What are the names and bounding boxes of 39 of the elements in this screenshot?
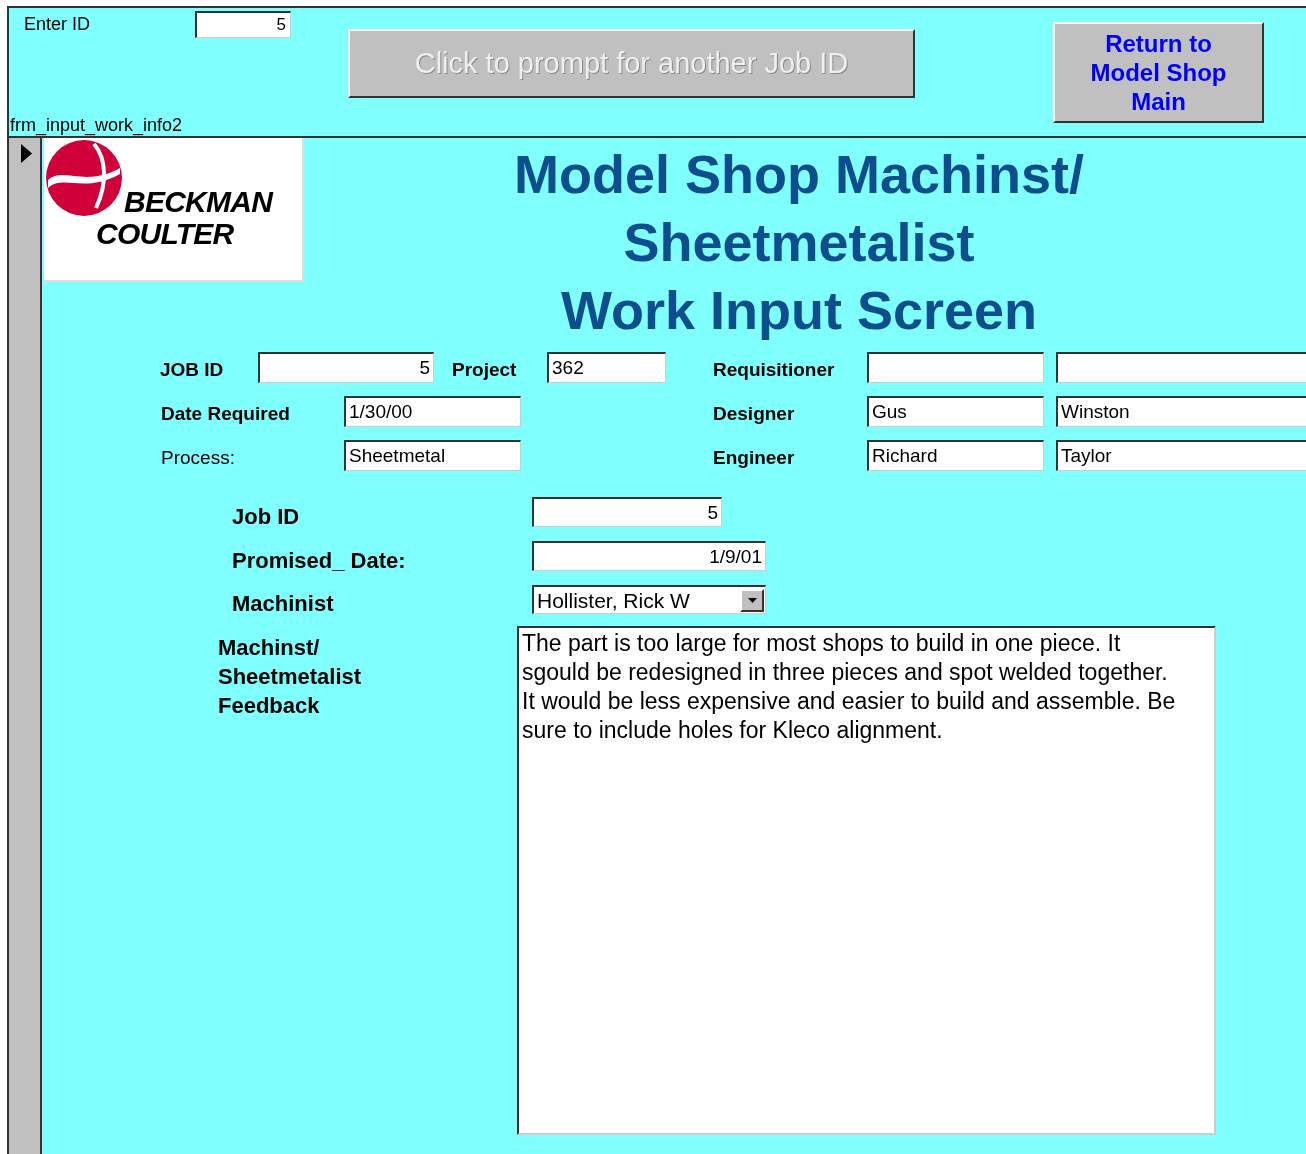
text-field[interactable] (1056, 352, 1306, 383)
text-field[interactable]: Richard (867, 440, 1044, 471)
text-field[interactable] (867, 352, 1044, 383)
field-label: Designer (713, 402, 795, 426)
form-name-label: frm_input_work_info2 (10, 114, 183, 138)
text-field[interactable]: 1/9/01 (532, 541, 766, 571)
field-label: Promised_ Date: (232, 547, 406, 575)
text-field[interactable]: 362 (547, 352, 666, 383)
text-field[interactable]: Taylor (1056, 440, 1306, 471)
field-label: Process: (161, 446, 235, 470)
field-label: Feedback (218, 692, 320, 720)
logo-text: BECKMAN (124, 186, 273, 218)
logo-text: COULTER (96, 218, 234, 250)
text-field[interactable]: 5 (532, 497, 722, 527)
field-label: Date Required (161, 402, 290, 426)
field-label: Machinist (232, 590, 334, 618)
text-field[interactable]: 1/30/00 (344, 396, 521, 427)
field-label: Machinst/ (218, 634, 320, 662)
field-label: JOB ID (160, 358, 224, 382)
machinist-dropdown[interactable]: Hollister, Rick W (532, 585, 766, 614)
text-field[interactable]: 5 (258, 352, 434, 383)
field-label: Sheetmetalist (218, 663, 362, 691)
field-label: Job ID (232, 503, 300, 531)
form-title: Sheetmetalist (623, 211, 975, 274)
dropdown-arrow-icon (747, 597, 757, 603)
field-label: Requisitioner (713, 358, 835, 382)
return-button[interactable]: Return to Model Shop Main (1053, 22, 1264, 123)
enter-id-label: Enter ID (24, 13, 91, 36)
form-title: Work Input Screen (560, 279, 1038, 342)
text-field[interactable]: Gus (867, 396, 1044, 427)
text-field[interactable]: Sheetmetal (344, 440, 521, 471)
field-label: Project (452, 358, 517, 382)
enter-id-field[interactable]: 5 (195, 11, 291, 38)
form-title: Model Shop Machinst/ (514, 143, 1084, 206)
record-selector[interactable] (9, 138, 42, 1154)
current-record-icon (21, 144, 32, 163)
feedback-text-area[interactable]: The part is too large for most shops to build in one piece. It sgould be redesigned in three pieces and spot welded together. It would be less expensive and easier to build and assemble. Be sure to include holes for Kleco alignment. (517, 626, 1216, 1135)
field-label: Engineer (713, 446, 795, 470)
text-field[interactable]: Winston (1056, 396, 1306, 427)
